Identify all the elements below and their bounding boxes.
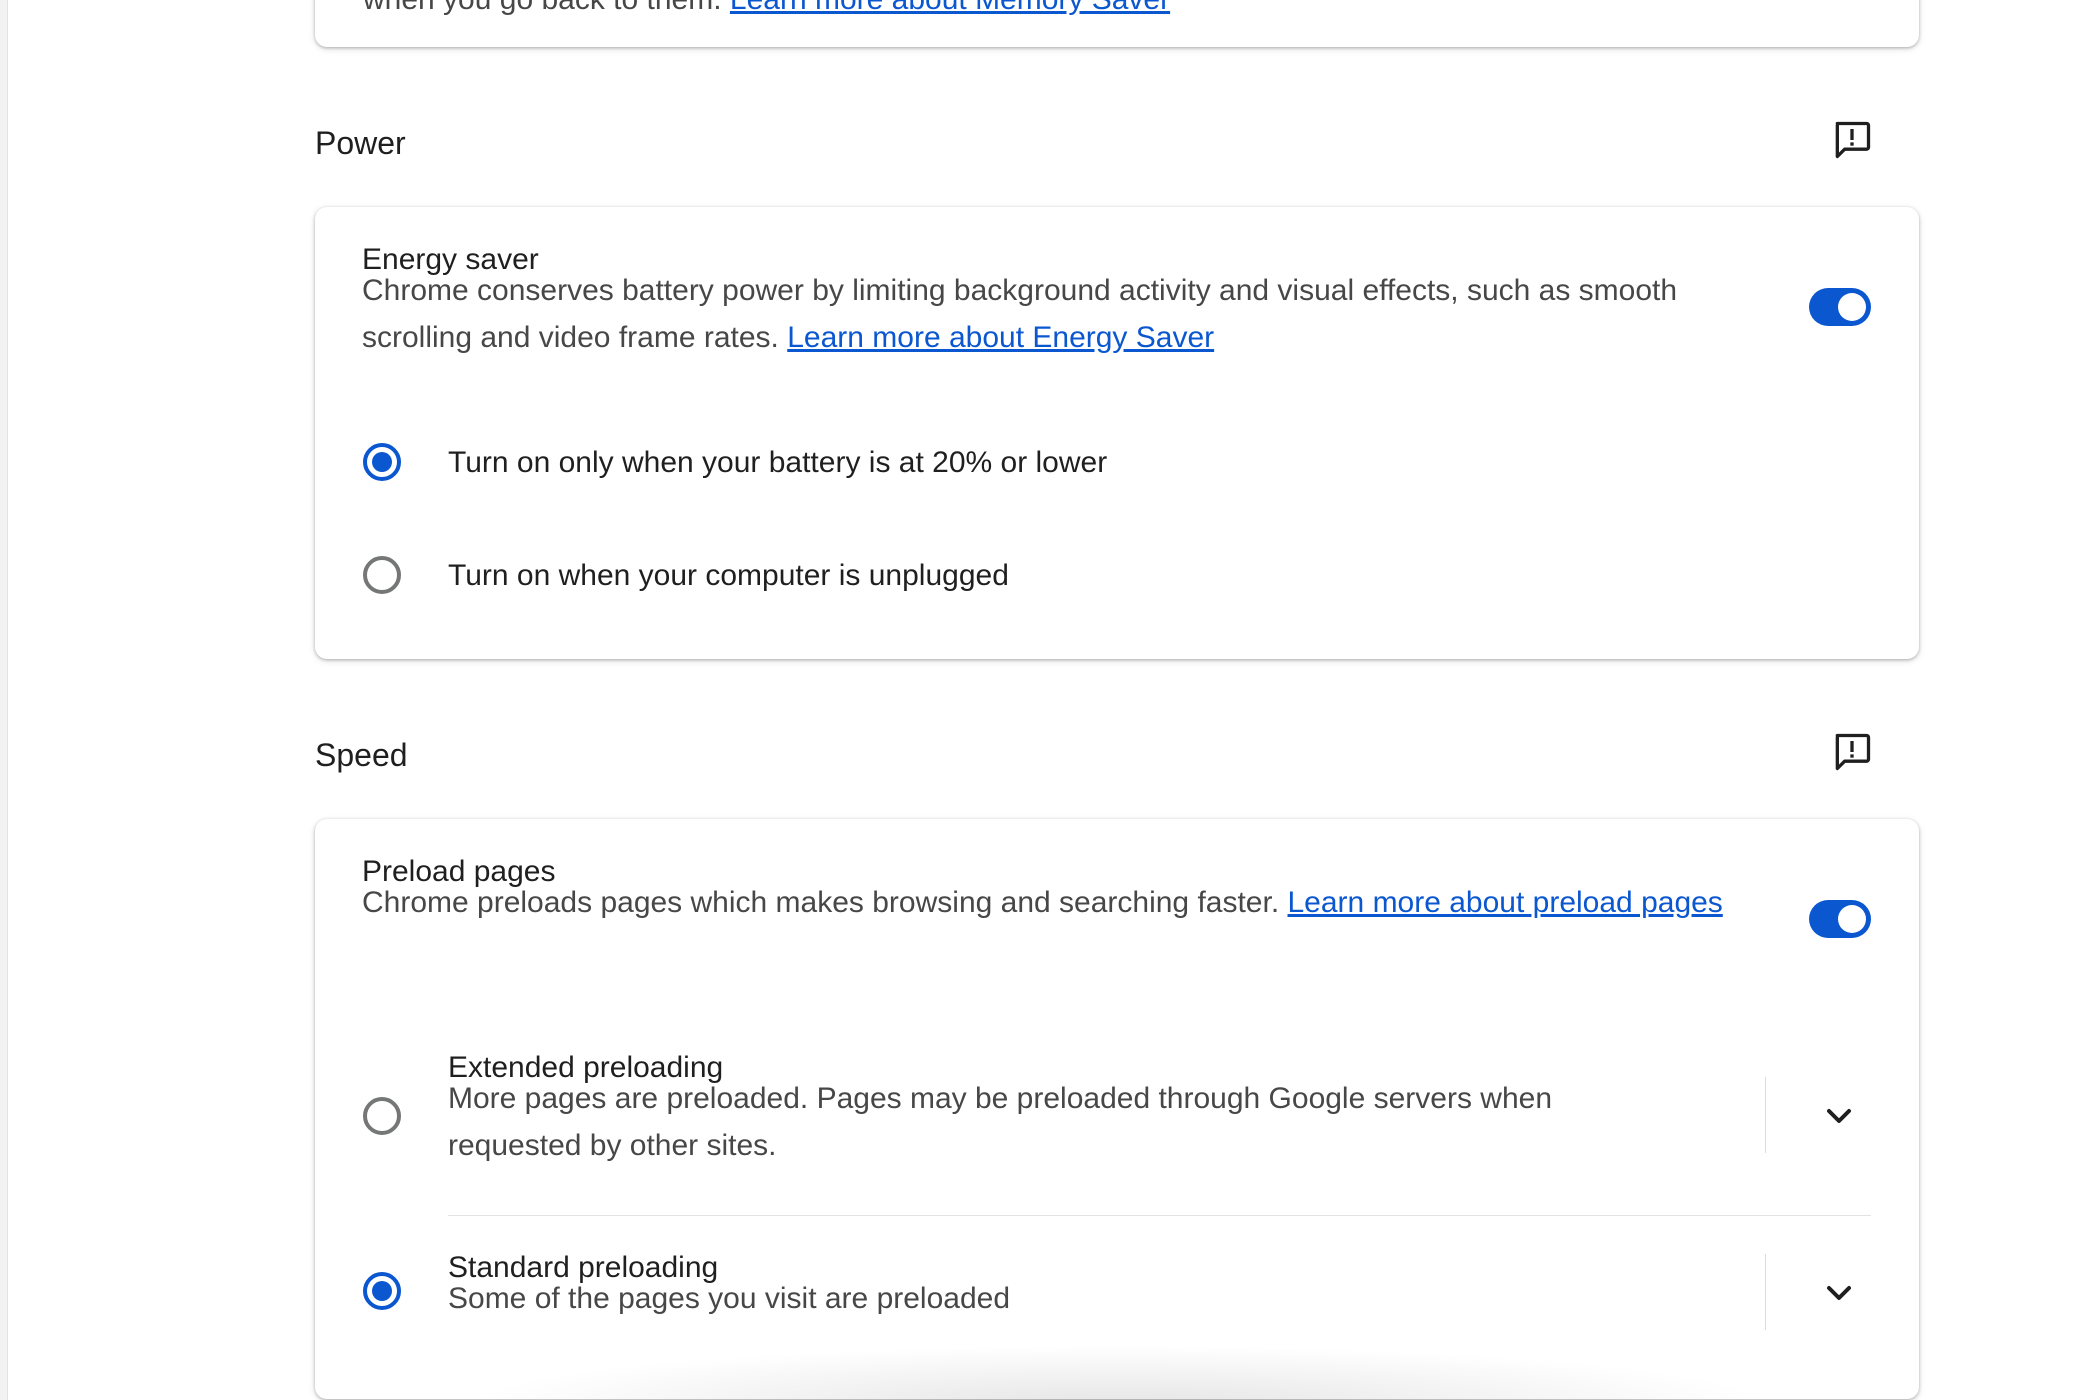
preload-learn-more-link[interactable]: Learn more about preload pages: [1288, 886, 1723, 919]
chevron-down-icon[interactable]: [1815, 1269, 1863, 1317]
feedback-icon[interactable]: [1830, 118, 1874, 162]
divider: [448, 1215, 1871, 1216]
toggle-knob: [1838, 293, 1866, 321]
toggle-knob: [1838, 905, 1866, 933]
memory-saver-card: when you go back to them. Learn more abo…: [315, 0, 1919, 47]
energy-saver-desc: Chrome conserves battery power by limiti…: [362, 274, 1678, 354]
section-title-speed: Speed: [315, 737, 408, 773]
energy-saver-learn-more-link[interactable]: Learn more about Energy Saver: [787, 321, 1214, 354]
section-title-power: Power: [315, 125, 406, 161]
radio-label-battery-20: Turn on only when your battery is at 20%…: [448, 446, 1108, 479]
radio-unplugged[interactable]: [363, 556, 401, 594]
preload-pages-desc: Chrome preloads pages which makes browsi…: [362, 886, 1723, 919]
memory-saver-desc: when you go back to them. Learn more abo…: [363, 0, 1170, 15]
radio-battery-20[interactable]: [363, 443, 401, 481]
memory-saver-learn-more-link[interactable]: Learn more about Memory Saver: [730, 0, 1170, 16]
divider: [1765, 1077, 1766, 1153]
energy-saver-toggle[interactable]: [1809, 288, 1871, 326]
radio-standard-preloading[interactable]: [363, 1272, 401, 1310]
standard-preloading-desc: Some of the pages you visit are preloade…: [448, 1282, 1011, 1315]
radio-extended-preloading[interactable]: [363, 1097, 401, 1135]
extended-preloading-desc: More pages are preloaded. Pages may be p…: [448, 1082, 1553, 1162]
divider: [1765, 1254, 1766, 1330]
chevron-down-icon[interactable]: [1815, 1092, 1863, 1140]
power-card: Energy saver Chrome conserves battery po…: [315, 207, 1919, 659]
speed-card: Preload pages Chrome preloads pages whic…: [315, 819, 1919, 1399]
feedback-icon[interactable]: [1830, 730, 1874, 774]
radio-label-unplugged: Turn on when your computer is unplugged: [448, 559, 1009, 592]
left-rail: [0, 0, 8, 1400]
preload-pages-toggle[interactable]: [1809, 900, 1871, 938]
